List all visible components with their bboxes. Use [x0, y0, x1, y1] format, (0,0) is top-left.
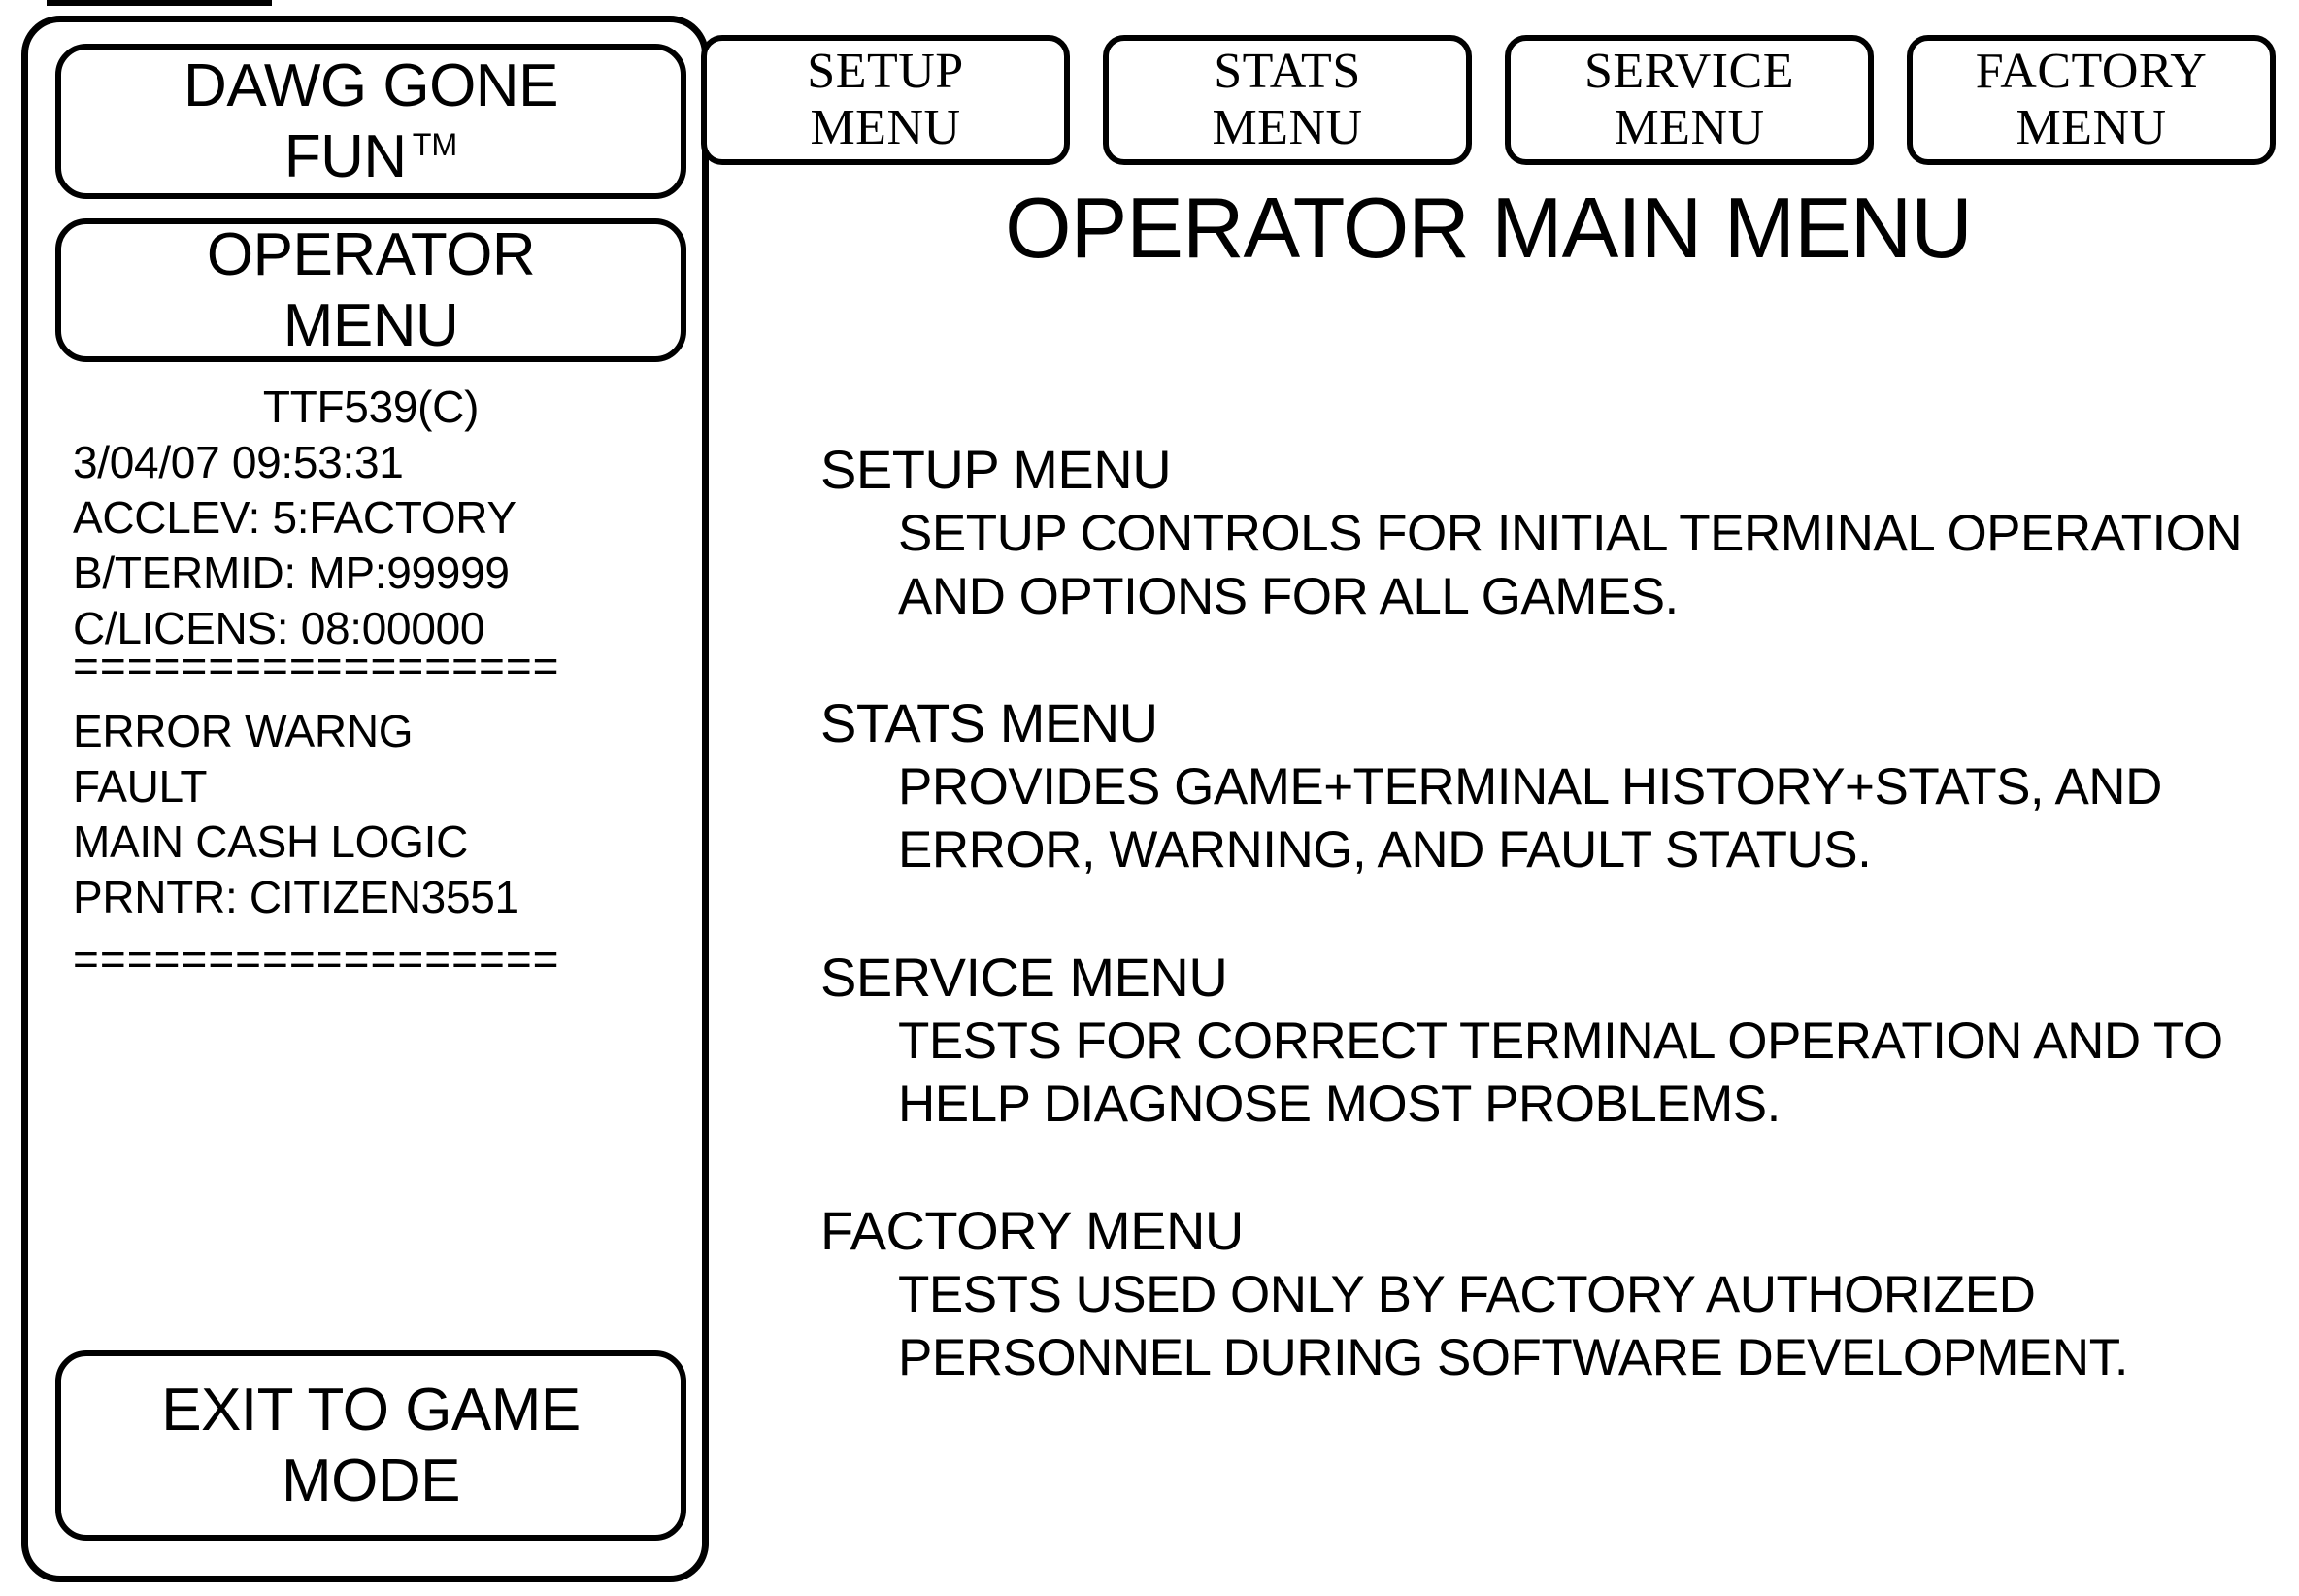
terminal-status-block: ================== ERROR WARNG FAULT MAI… — [55, 644, 686, 987]
exit-button-line2: MODE — [282, 1446, 460, 1516]
section-body-service: TESTS FOR CORRECT TERMINAL OPERATION AND… — [898, 1010, 2277, 1136]
menu-button-row: SETUP MENU STATS MENU SERVICE MENU FACTO… — [701, 35, 2276, 165]
section-body-setup: SETUP CONTROLS FOR INITIAL TERMINAL OPER… — [898, 502, 2277, 628]
exit-button-line1: EXIT TO GAME — [161, 1375, 581, 1446]
section-body-factory-line2: PERSONNEL DURING SOFTWARE DEVELOPMENT. — [898, 1326, 2277, 1389]
stats-menu-line2: MENU — [1212, 100, 1362, 156]
section-body-factory: TESTS USED ONLY BY FACTORY AUTHORIZED PE… — [898, 1263, 2277, 1389]
exit-to-game-mode-button[interactable]: EXIT TO GAME MODE — [55, 1350, 686, 1541]
status-error-warng: ERROR WARNG — [73, 704, 686, 759]
game-title-line1: DAWG GONE — [183, 50, 558, 121]
service-menu-button[interactable]: SERVICE MENU — [1505, 35, 1874, 165]
operator-menu-line2: MENU — [283, 290, 459, 361]
factory-menu-line2: MENU — [2016, 100, 2166, 156]
section-service-menu: SERVICE MENU TESTS FOR CORRECT TERMINAL … — [820, 947, 2277, 1136]
top-edge-artifact — [47, 0, 272, 6]
terminal-info-block: TTF539(C) 3/04/07 09:53:31 ACCLEV: 5:FAC… — [55, 380, 686, 656]
section-body-service-line1: TESTS FOR CORRECT TERMINAL OPERATION AND… — [898, 1010, 2277, 1073]
separator-rule-bottom: ================== — [73, 937, 686, 987]
section-body-factory-line1: TESTS USED ONLY BY FACTORY AUTHORIZED — [898, 1263, 2277, 1326]
operator-side-panel: DAWG GONE FUNTM OPERATOR MENU TTF539(C) … — [21, 16, 709, 1582]
game-title-line2: FUNTM — [284, 121, 457, 192]
section-body-stats-line1: PROVIDES GAME+TERMINAL HISTORY+STATS, AN… — [898, 755, 2277, 818]
setup-menu-line1: SETUP — [807, 44, 963, 100]
section-heading-stats: STATS MENU — [820, 692, 2277, 755]
setup-menu-line2: MENU — [810, 100, 960, 156]
status-main-cash-logic: MAIN CASH LOGIC — [73, 815, 686, 870]
status-fault: FAULT — [73, 759, 686, 815]
section-body-setup-line1: SETUP CONTROLS FOR INITIAL TERMINAL OPER… — [898, 502, 2277, 565]
section-heading-service: SERVICE MENU — [820, 947, 2277, 1010]
section-body-service-line2: HELP DIAGNOSE MOST PROBLEMS. — [898, 1073, 2277, 1136]
section-body-setup-line2: AND OPTIONS FOR ALL GAMES. — [898, 565, 2277, 628]
status-printer: PRNTR: CITIZEN3551 — [73, 870, 686, 925]
factory-menu-button[interactable]: FACTORY MENU — [1907, 35, 2276, 165]
section-setup-menu: SETUP MENU SETUP CONTROLS FOR INITIAL TE… — [820, 439, 2277, 628]
section-heading-factory: FACTORY MENU — [820, 1200, 2277, 1263]
service-menu-line2: MENU — [1614, 100, 1764, 156]
section-body-stats: PROVIDES GAME+TERMINAL HISTORY+STATS, AN… — [898, 755, 2277, 881]
section-body-stats-line2: ERROR, WARNING, AND FAULT STATUS. — [898, 818, 2277, 881]
stats-menu-button[interactable]: STATS MENU — [1103, 35, 1472, 165]
stats-menu-line1: STATS — [1214, 44, 1361, 100]
service-menu-line1: SERVICE — [1584, 44, 1794, 100]
game-title-button[interactable]: DAWG GONE FUNTM — [55, 44, 686, 199]
game-title-fun-text: FUN — [284, 123, 407, 190]
factory-menu-line1: FACTORY — [1976, 44, 2208, 100]
menu-descriptions: SETUP MENU SETUP CONTROLS FOR INITIAL TE… — [820, 439, 2277, 1389]
page-title: OPERATOR MAIN MENU — [701, 179, 2276, 278]
terminal-datetime: 3/04/07 09:53:31 — [55, 435, 686, 490]
trademark-symbol: TM — [413, 127, 458, 162]
section-stats-menu: STATS MENU PROVIDES GAME+TERMINAL HISTOR… — [820, 692, 2277, 881]
software-version: TTF539(C) — [55, 380, 686, 435]
setup-menu-button[interactable]: SETUP MENU — [701, 35, 1070, 165]
terminal-id: B/TERMID: MP:99999 — [55, 546, 686, 601]
operator-menu-button[interactable]: OPERATOR MENU — [55, 218, 686, 362]
section-heading-setup: SETUP MENU — [820, 439, 2277, 502]
access-level: ACCLEV: 5:FACTORY — [55, 490, 686, 546]
separator-rule-top: ================== — [73, 644, 686, 694]
section-factory-menu: FACTORY MENU TESTS USED ONLY BY FACTORY … — [820, 1200, 2277, 1389]
operator-menu-line1: OPERATOR — [207, 219, 535, 290]
